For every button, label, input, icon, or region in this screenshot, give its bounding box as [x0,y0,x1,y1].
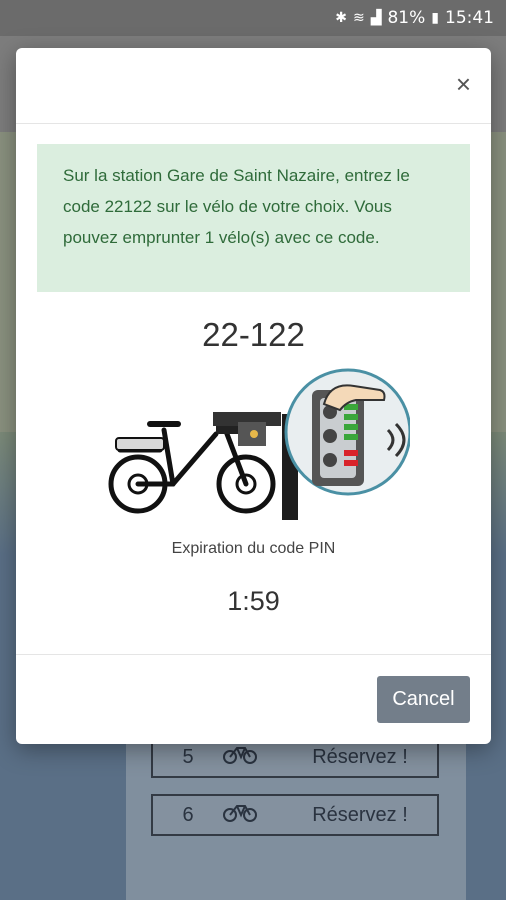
signal-icon: ▟ [370,10,382,26]
bluetooth-icon: ✱ [335,10,347,26]
list-item[interactable]: 6 Réservez ! [151,794,439,836]
bicycle-icon [223,802,283,828]
cancel-button[interactable]: Cancel [377,676,470,723]
pin-code-modal: × Sur la station Gare de Saint Nazaire, … [16,48,491,744]
instructions-alert: Sur la station Gare de Saint Nazaire, en… [37,144,470,292]
bike-keypad-illustration [108,368,410,520]
close-icon[interactable]: × [456,70,471,98]
countdown-timer: 1:59 [227,586,280,616]
wifi-icon: ≋ [352,10,365,26]
reserve-button[interactable]: Réservez ! [283,746,437,769]
pin-code: 22-122 [202,316,305,353]
battery-icon: ▮ [431,10,439,26]
bicycle-icon [223,744,283,770]
modal-footer: Cancel [16,654,491,745]
bike-slot-number: 6 [182,803,194,826]
battery-percent: 81% [387,8,426,28]
expiration-label: Expiration du code PIN [171,540,336,557]
bike-slot-number: 5 [182,745,194,768]
status-bar: ✱ ≋ ▟ 81% ▮ 15:41 [0,0,506,36]
keypad-zoom-icon [284,368,410,496]
reserve-button[interactable]: Réservez ! [283,804,437,827]
modal-header: × [16,48,491,124]
status-time: 15:41 [445,8,494,28]
